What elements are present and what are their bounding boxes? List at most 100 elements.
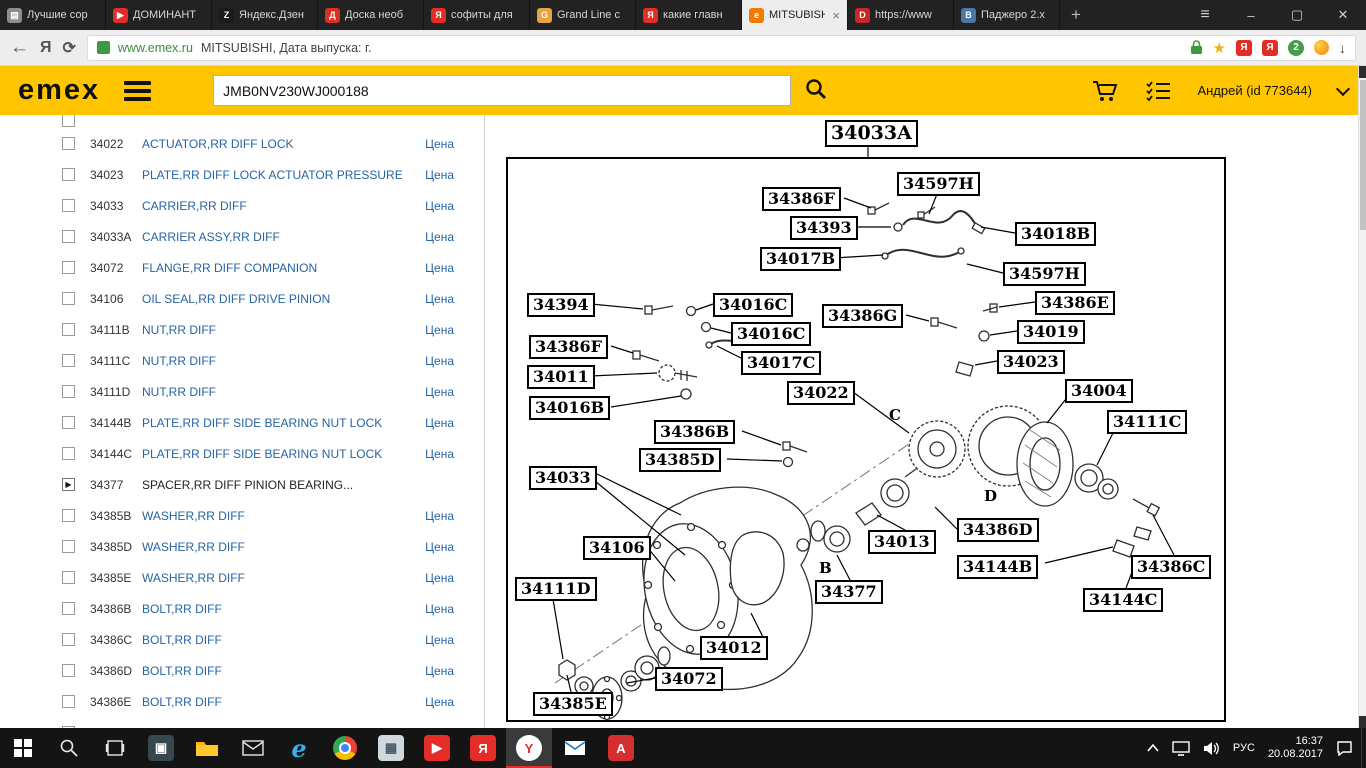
table-row[interactable]: 34033 CARRIER,RR DIFF Цена <box>0 190 484 221</box>
part-name-link[interactable]: FLANGE,RR DIFF COMPANION <box>142 261 317 275</box>
browser-tab-active[interactable]: e MITSUBISHI × <box>742 0 848 30</box>
part-callout[interactable]: 34377 <box>815 580 883 604</box>
part-callout[interactable]: 34106 <box>583 536 651 560</box>
price-link[interactable]: Цена <box>413 602 454 616</box>
action-center-icon[interactable] <box>1336 740 1353 756</box>
part-callout[interactable]: 34386B <box>654 420 736 444</box>
price-link[interactable]: Цена <box>413 416 454 430</box>
part-name-link[interactable]: NUT,RR DIFF <box>142 323 216 337</box>
row-checkbox[interactable] <box>62 230 75 243</box>
part-callout[interactable]: 34016C <box>731 322 812 346</box>
row-checkbox[interactable] <box>62 509 75 522</box>
part-name-link[interactable]: CARRIER,RR DIFF <box>142 199 247 213</box>
scroll-down-arrow[interactable] <box>1359 716 1366 728</box>
part-callout[interactable]: 34016B <box>529 396 611 420</box>
browser-tab[interactable]: ▤ Лучшие сор <box>0 0 106 30</box>
row-checkbox[interactable] <box>62 292 75 305</box>
search-button[interactable] <box>804 77 828 104</box>
reload-button[interactable]: ⟳ <box>63 38 76 58</box>
new-tab-button[interactable]: + <box>1060 0 1092 30</box>
part-name-link[interactable]: NUT,RR DIFF <box>142 385 216 399</box>
tab-close-icon[interactable]: × <box>832 8 840 23</box>
row-checkbox[interactable] <box>62 664 75 677</box>
bookmark-star-icon[interactable]: ★ <box>1213 39 1226 57</box>
part-name-link[interactable]: BOLT,RR DIFF <box>142 602 222 616</box>
part-callout[interactable]: 34111D <box>515 577 597 601</box>
taskbar-clock[interactable]: 16:37 20.08.2017 <box>1268 735 1323 761</box>
price-link[interactable]: Цена <box>413 385 454 399</box>
table-row[interactable]: 34386E BOLT,RR DIFF Цена <box>0 686 484 717</box>
app-icon-dark[interactable]: ▣ <box>138 728 184 768</box>
part-callout[interactable]: 34011 <box>527 365 595 389</box>
table-row[interactable]: 34385B WASHER,RR DIFF Цена <box>0 500 484 531</box>
price-link[interactable]: Цена <box>413 633 454 647</box>
row-checkbox[interactable] <box>62 354 75 367</box>
part-name-link[interactable]: OIL SEAL,RR DIFF DRIVE PINION <box>142 292 330 306</box>
part-callout[interactable]: 34386E <box>1035 291 1115 315</box>
network-icon[interactable] <box>1172 740 1190 756</box>
price-link[interactable]: Цена <box>413 354 454 368</box>
table-row[interactable]: 34385D WASHER,RR DIFF Цена <box>0 531 484 562</box>
part-callout[interactable]: 34012 <box>700 636 768 660</box>
back-button[interactable]: ← <box>10 37 29 59</box>
scrollbar-thumb[interactable] <box>1360 80 1366 230</box>
price-link[interactable]: Цена <box>413 509 454 523</box>
row-checkbox[interactable] <box>62 261 75 274</box>
file-explorer-icon[interactable] <box>184 728 230 768</box>
price-link[interactable]: Цена <box>413 664 454 678</box>
browser-tab[interactable]: Д Доска необ <box>318 0 424 30</box>
price-link[interactable]: Цена <box>413 540 454 554</box>
part-name-link[interactable]: BOLT,RR DIFF <box>142 695 222 709</box>
browser-tab[interactable]: ▶ ДОМИНАНТ <box>106 0 212 30</box>
show-desktop-button[interactable] <box>1361 728 1366 768</box>
price-link[interactable]: Цена <box>413 292 454 306</box>
part-callout[interactable]: 34033A <box>825 120 918 147</box>
chevron-down-icon[interactable] <box>1335 81 1351 96</box>
table-row[interactable]: 34386F BOLT,RR DIFF Цена <box>0 717 484 728</box>
row-checkbox[interactable] <box>62 602 75 615</box>
vin-search-input[interactable] <box>213 75 792 106</box>
part-callout[interactable]: 34033 <box>529 466 597 490</box>
part-name-link[interactable]: BOLT,RR DIFF <box>142 664 222 678</box>
part-name-link[interactable]: BOLT,RR DIFF <box>142 633 222 647</box>
extension-icon[interactable] <box>1314 40 1329 55</box>
part-name-link[interactable]: CARRIER ASSY,RR DIFF <box>142 230 280 244</box>
row-checkbox[interactable] <box>62 447 75 460</box>
price-link[interactable]: Цена <box>413 261 454 275</box>
browser-menu-icon[interactable]: ≡ <box>1182 0 1228 30</box>
part-name-link[interactable]: ACTUATOR,RR DIFF LOCK <box>142 137 294 151</box>
table-row[interactable]: 34386C BOLT,RR DIFF Цена <box>0 624 484 655</box>
part-callout[interactable]: 34018B <box>1015 222 1097 246</box>
part-name-link[interactable]: PLATE,RR DIFF SIDE BEARING NUT LOCK <box>142 447 382 461</box>
window-maximize-button[interactable]: ▢ <box>1274 0 1320 30</box>
yandex-home-button[interactable]: Я <box>40 39 52 57</box>
row-checkbox[interactable] <box>62 137 75 150</box>
part-callout[interactable]: 34017B <box>760 247 842 271</box>
part-name-link[interactable]: WASHER,RR DIFF <box>142 571 245 585</box>
price-link[interactable]: Цена <box>413 137 454 151</box>
start-button[interactable] <box>0 728 46 768</box>
part-callout[interactable]: 34394 <box>527 293 595 317</box>
acrobat-reader-icon[interactable]: A <box>598 728 644 768</box>
table-row-selected[interactable]: ▶ 34377 SPACER,RR DIFF PINION BEARING... <box>0 469 484 500</box>
table-row[interactable]: 34111B NUT,RR DIFF Цена <box>0 314 484 345</box>
part-callout[interactable]: 34019 <box>1017 320 1085 344</box>
row-checkbox[interactable] <box>62 540 75 553</box>
browser-tab[interactable]: D https://www <box>848 0 954 30</box>
yandex-extension-icon[interactable]: Я <box>1262 39 1278 56</box>
part-callout[interactable]: 34386F <box>529 335 609 359</box>
mail-app-icon[interactable] <box>230 728 276 768</box>
row-checkbox[interactable] <box>62 571 75 584</box>
part-name-link[interactable]: WASHER,RR DIFF <box>142 509 245 523</box>
table-row[interactable]: 34385E WASHER,RR DIFF Цена <box>0 562 484 593</box>
part-callout[interactable]: 34016C <box>713 293 794 317</box>
cart-icon[interactable] <box>1091 79 1119 103</box>
row-checkbox[interactable] <box>62 199 75 212</box>
emex-logo[interactable]: emex <box>18 74 100 107</box>
row-expander-icon[interactable]: ▶ <box>62 478 75 491</box>
part-callout[interactable]: 34111C <box>1107 410 1188 434</box>
address-bar[interactable]: www.emex.ru MITSUBISHI, Дата выпуска: г.… <box>86 34 1356 61</box>
table-row[interactable]: 34106 OIL SEAL,RR DIFF DRIVE PINION Цена <box>0 283 484 314</box>
tray-expand-caret-icon[interactable] <box>1147 744 1159 752</box>
task-view-button[interactable] <box>92 728 138 768</box>
